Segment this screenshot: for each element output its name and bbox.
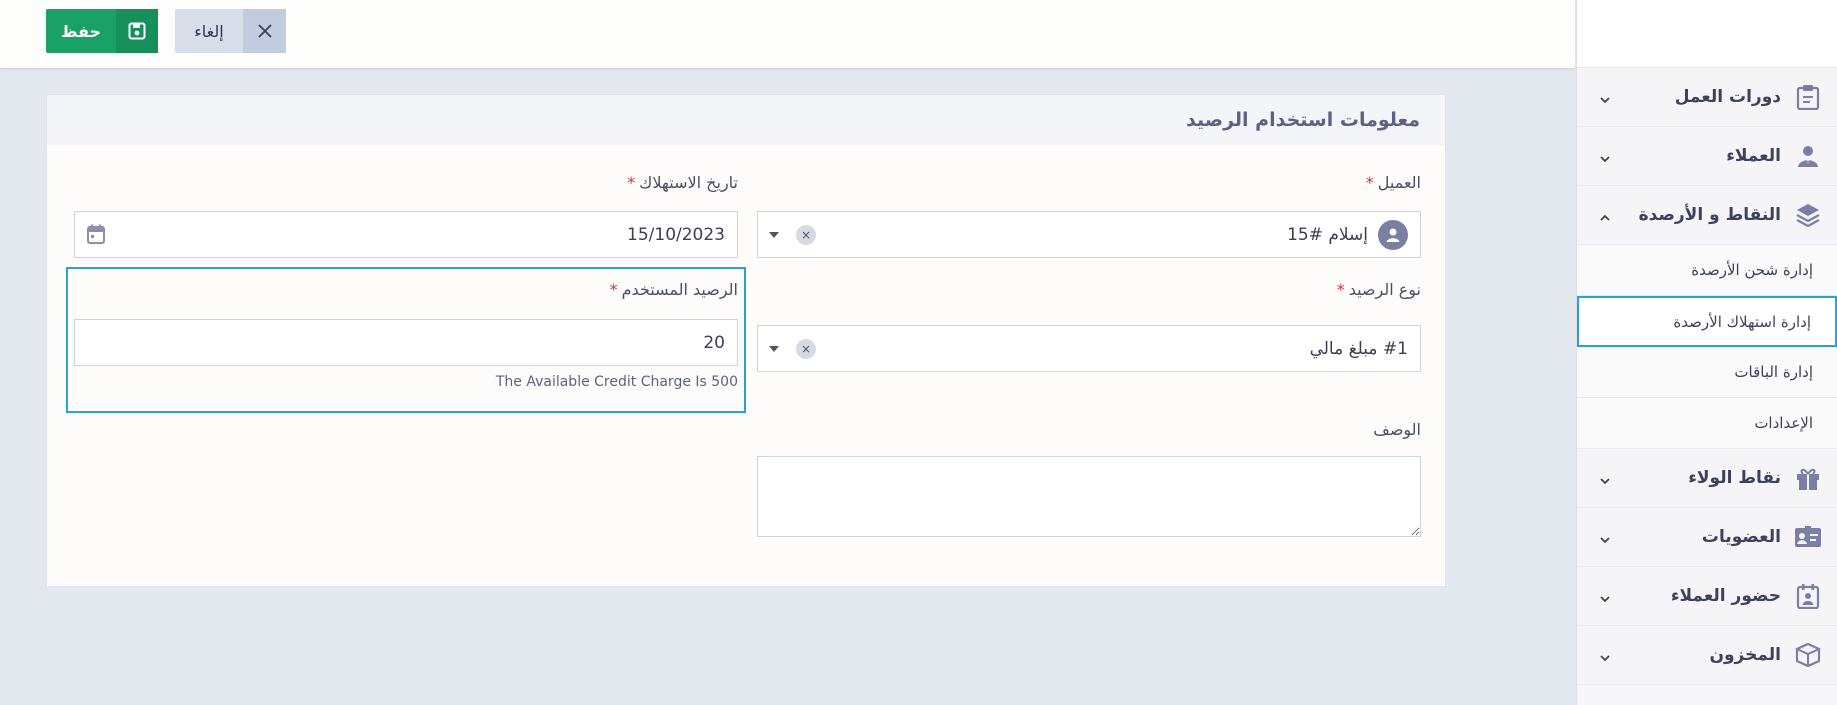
available-credit-hint: The Available Credit Charge Is 500 [495,374,738,390]
cancel-button-label: إلغاء [194,21,224,41]
consumption-date-input[interactable]: 15/10/2023 [74,211,738,258]
layers-icon [1793,200,1823,230]
top-toolbar: حفظ إلغاء [0,0,1575,69]
chevron-down-icon [1599,150,1611,163]
chevron-down-icon [1599,472,1611,485]
consumption-date-label-text: تاريخ الاستهلاك [639,173,738,192]
used-balance-label-text: الرصيد المستخدم [621,280,738,299]
sidebar-item-customer-attendance[interactable]: حضور العملاء [1577,567,1837,626]
sidebar-item-points-balances[interactable]: النقاط و الأرصدة [1577,186,1837,245]
sidebar-item-customers[interactable]: العملاء [1577,127,1837,186]
sidebar-item-label: النقاط و الأرصدة [1638,205,1781,225]
sidebar-item-loyalty-points[interactable]: نقاط الولاء [1577,449,1837,508]
sidebar-item-label: نقاط الولاء [1688,468,1781,488]
customer-select[interactable]: إسلام #15 × [757,211,1421,258]
save-button-label: حفظ [60,21,102,41]
sidebar-item-label: المخزون [1709,645,1781,665]
balance-type-label-text: نوع الرصيد [1348,280,1421,299]
used-balance-label: الرصيد المستخدم* [610,280,738,299]
user-avatar-icon [1378,219,1408,250]
chevron-up-icon [1599,209,1611,221]
chevron-down-icon [1599,590,1611,603]
sidebar-item-label: العضويات [1701,527,1781,547]
sidebar-subitem-balance-recharge[interactable]: إدارة شحن الأرصدة [1577,245,1837,296]
used-balance-value: 20 [703,332,725,353]
sidebar: دورات العمل العملاء النقاط و الأرصدة إدا… [1576,0,1837,705]
sidebar-item-label: حضور العملاء [1670,586,1781,606]
sidebar-logo-area [1577,0,1837,68]
required-mark: * [1336,280,1345,299]
balance-type-value: #1 مبلغ مالي [1309,338,1408,359]
balance-usage-panel: معلومات استخدام الرصيد العميل* إسلام #15… [46,94,1446,587]
close-icon [243,9,286,53]
dropdown-caret-icon[interactable] [769,231,779,238]
save-button[interactable]: حفظ [46,9,158,53]
sidebar-item-workflows[interactable]: دورات العمل [1577,68,1837,127]
sidebar-item-inventory[interactable]: المخزون [1577,626,1837,685]
sidebar-item-memberships[interactable]: العضويات [1577,508,1837,567]
description-label-text: الوصف [1373,420,1421,439]
cancel-button[interactable]: إلغاء [175,9,286,53]
clear-selection-icon[interactable]: × [796,224,816,245]
used-balance-input[interactable]: 20 [74,319,738,366]
sidebar-item-label: العملاء [1726,146,1781,166]
required-mark: * [1365,173,1374,192]
balance-type-select[interactable]: #1 مبلغ مالي × [757,325,1421,372]
clear-selection-icon[interactable]: × [796,338,816,359]
customer-value: إسلام #15 [1287,224,1368,245]
description-label: الوصف [1373,420,1421,439]
required-mark: * [609,280,618,299]
calendar-user-icon [1793,581,1823,611]
chevron-down-icon [1599,531,1611,544]
dropdown-caret-icon[interactable] [769,345,779,352]
floppy-disk-icon [116,9,158,53]
sidebar-subitem-settings[interactable]: الإعدادات [1577,398,1837,449]
description-textarea[interactable] [757,456,1421,537]
customer-label: العميل* [1366,173,1421,192]
chevron-down-icon [1599,649,1611,662]
sidebar-subitem-balance-consumption[interactable]: إدارة استهلاك الأرصدة [1577,296,1837,347]
chevron-down-icon [1599,91,1611,104]
required-mark: * [627,173,636,192]
customer-label-text: العميل [1377,173,1421,192]
id-card-icon [1793,522,1823,552]
user-icon [1793,141,1823,171]
consumption-date-label: تاريخ الاستهلاك* [627,173,738,192]
gift-icon [1793,463,1823,493]
sidebar-subitem-packages[interactable]: إدارة الباقات [1577,347,1837,398]
balance-type-label: نوع الرصيد* [1337,280,1421,299]
calendar-icon[interactable] [87,224,105,249]
clipboard-icon [1793,82,1823,112]
consumption-date-value: 15/10/2023 [627,224,725,245]
panel-header: معلومات استخدام الرصيد [47,95,1445,145]
box-icon [1793,640,1823,670]
panel-title: معلومات استخدام الرصيد [1186,109,1420,131]
sidebar-item-label: دورات العمل [1674,87,1781,107]
